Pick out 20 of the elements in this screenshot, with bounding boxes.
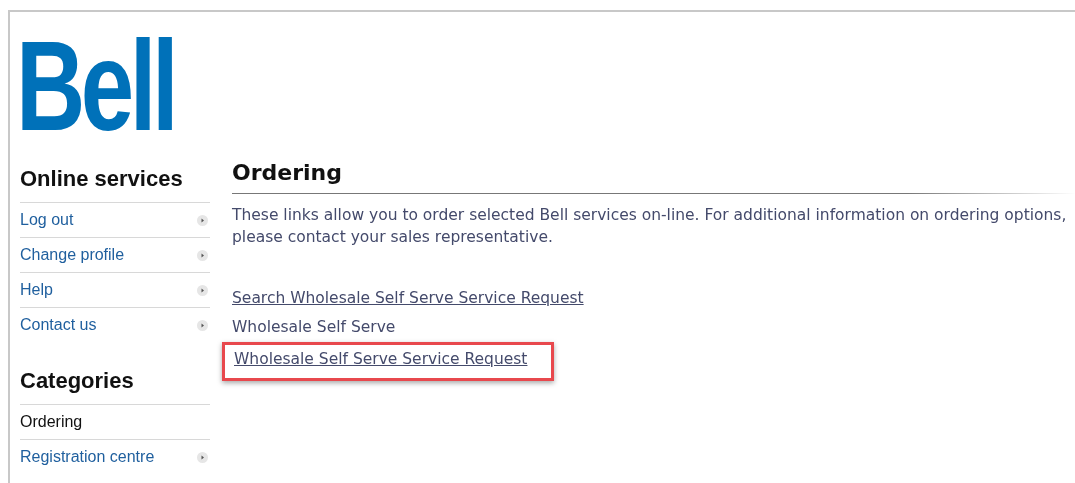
sidebar-item-label: Registration centre xyxy=(20,448,155,466)
page-heading: Ordering xyxy=(232,160,1075,194)
sidebar-item-label: Contact us xyxy=(20,316,97,334)
section-heading: Online services xyxy=(20,166,184,192)
sidebar-item-label: Ordering xyxy=(20,413,83,431)
sidebar-item[interactable]: Log out xyxy=(20,202,210,237)
section-heading: Categories xyxy=(20,368,135,394)
intro-paragraph: These links allow you to order selected Bell services on-line. For additional information on ordering options, please contact your sales representative. xyxy=(232,205,1067,248)
sidebar-item[interactable]: Change profile xyxy=(20,237,210,272)
sidebar-item[interactable]: Registration centre xyxy=(20,439,210,474)
order-link[interactable]: Search Wholesale Self Serve Service Request xyxy=(232,289,584,307)
sidebar-item[interactable]: Ordering xyxy=(20,404,210,439)
sidebar-item[interactable]: Help xyxy=(20,272,210,307)
bell-logo: Bell xyxy=(16,38,175,134)
sidebar-item[interactable]: Contact us xyxy=(20,307,210,342)
plain-text: Wholesale Self Serve xyxy=(232,318,396,336)
sidebar-item-label: Help xyxy=(20,281,53,299)
order-link[interactable]: Wholesale Self Serve Service Request xyxy=(234,350,528,368)
sidebar-item-label: Log out xyxy=(20,211,74,229)
sidebar-item-label: Change profile xyxy=(20,246,125,264)
